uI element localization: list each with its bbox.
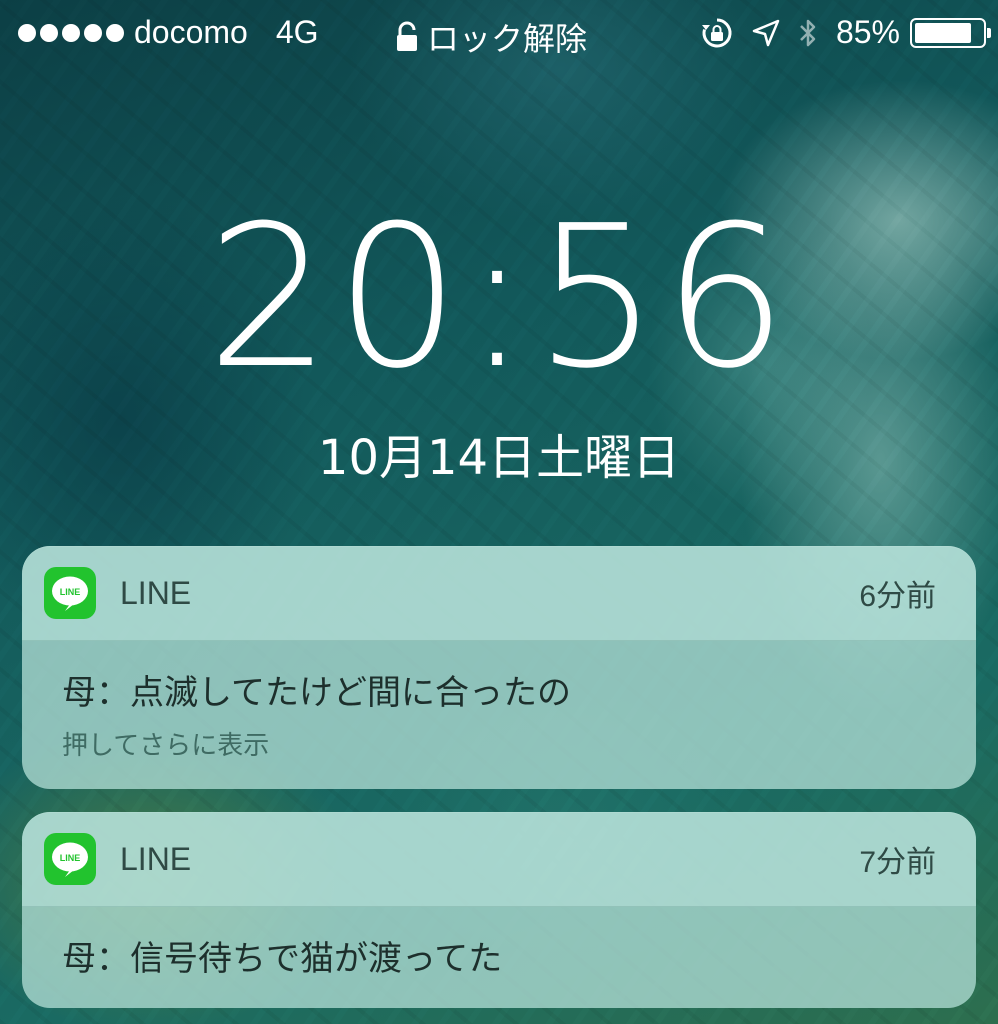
line-icon-text: LINE: [60, 853, 81, 863]
lock-icon: [397, 21, 417, 51]
notification-app-name: LINE: [120, 574, 192, 611]
line-app-icon: LINE: [44, 833, 96, 885]
rotation-lock-icon: [700, 16, 734, 50]
lock-screen-date: 10月14日土曜日: [317, 430, 681, 486]
status-bar-right: 85%: [700, 14, 991, 51]
line-app-icon: LINE: [44, 567, 96, 619]
battery-percentage: 85%: [835, 14, 900, 50]
battery-level-fill: [915, 22, 972, 43]
notification-message: 母：点滅してたけど間に合ったの: [62, 673, 571, 713]
notification-card[interactable]: LINE LINE 6分前 母：点滅してたけど間に合ったの 押してさらに表示: [22, 546, 976, 789]
notification-header: LINE LINE 6分前: [22, 546, 976, 641]
network-type: 4G: [275, 14, 319, 50]
bluetooth-icon: [798, 17, 818, 49]
notification-hint: 押してさらに表示: [62, 731, 270, 761]
carrier-name: docomo: [134, 14, 248, 50]
signal-dot: [106, 23, 124, 42]
signal-dot: [40, 23, 58, 42]
notification-body: 母：信号待ちで猫が渡ってた: [22, 907, 976, 981]
notification-time: 6分前: [859, 580, 936, 613]
signal-dot: [84, 23, 102, 42]
signal-dot: [62, 23, 80, 42]
notification-card[interactable]: LINE LINE 7分前 母：信号待ちで猫が渡ってた: [22, 812, 976, 1008]
notification-time: 7分前: [859, 846, 936, 879]
lock-status-label: ロック解除: [427, 21, 588, 57]
status-bar-left: docomo 4G: [18, 14, 319, 51]
lock-screen-time: 20:56: [206, 184, 792, 412]
notification-app-name: LINE: [120, 840, 192, 877]
location-arrow-icon: [752, 19, 780, 47]
notification-body: 母：点滅してたけど間に合ったの 押してさらに表示: [22, 641, 976, 762]
line-icon-text: LINE: [60, 587, 81, 597]
notification-header: LINE LINE 7分前: [22, 812, 976, 907]
notification-message: 母：信号待ちで猫が渡ってた: [62, 939, 503, 979]
status-bar: docomo 4G ロック解除 85%: [0, 0, 998, 68]
battery-icon: [910, 17, 991, 48]
signal-strength-icon: [18, 23, 124, 42]
signal-dot: [18, 23, 36, 42]
lock-status: ロック解除: [395, 14, 587, 60]
